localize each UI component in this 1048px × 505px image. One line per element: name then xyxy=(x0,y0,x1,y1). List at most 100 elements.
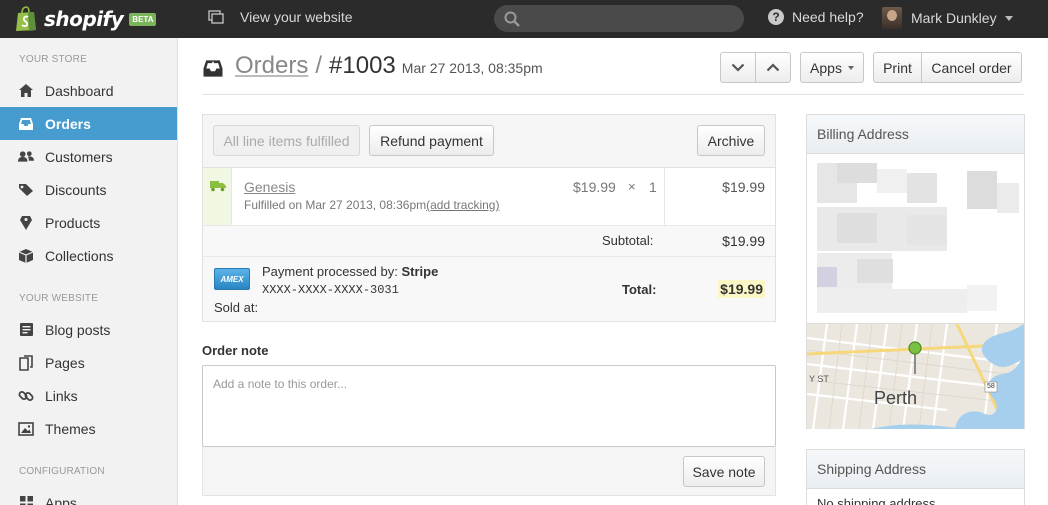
sidebar-item-orders[interactable]: Orders xyxy=(0,107,177,140)
apps-icon xyxy=(18,495,34,505)
order-note-footer: Save note xyxy=(202,447,776,496)
order-number: #1003 xyxy=(329,52,396,79)
save-note-button[interactable]: Save note xyxy=(683,456,765,487)
sidebar-item-label: Products xyxy=(45,214,101,231)
all-line-items-fulfilled-button: All line items fulfilled xyxy=(213,125,360,156)
refund-payment-button[interactable]: Refund payment xyxy=(369,125,494,156)
search-icon xyxy=(504,11,520,27)
sidebar-item-dashboard[interactable]: Dashboard xyxy=(0,74,177,107)
inbox-icon xyxy=(18,116,34,132)
brand-name: shopify xyxy=(44,7,124,31)
sidebar-heading-store: YOUR STORE xyxy=(19,54,87,65)
fulfillment-status: Fulfilled on Mar 27 2013, 08:36pm(add tr… xyxy=(244,198,499,212)
shipping-address-text: No shipping address xyxy=(817,496,936,505)
item-quantity: 1 xyxy=(649,179,657,195)
payment-processor: Payment processed by: Stripe xyxy=(262,264,438,279)
table-row: Genesis Fulfilled on Mar 27 2013, 08:36p… xyxy=(203,168,775,226)
sidebar-item-label: Themes xyxy=(45,420,96,437)
map-label-city: Perth xyxy=(874,388,918,408)
order-note-textarea[interactable] xyxy=(202,365,776,447)
sidebar-item-pages[interactable]: Pages xyxy=(0,346,177,379)
sold-at-label: Sold at: xyxy=(214,300,259,315)
chevron-down-icon xyxy=(1004,15,1013,21)
sidebar-heading-configuration: CONFIGURATION xyxy=(19,466,105,477)
sidebar-heading-website: YOUR WEBSITE xyxy=(19,293,99,304)
view-website-label: View your website xyxy=(240,9,353,25)
order-note-label: Order note xyxy=(202,343,269,358)
sidebar-item-products[interactable]: Products xyxy=(0,206,177,239)
sidebar-item-apps[interactable]: Apps xyxy=(0,486,177,505)
billing-map[interactable]: Y ST Perth 58 xyxy=(807,323,1024,429)
sidebar-item-label: Dashboard xyxy=(45,82,114,99)
help-label: Need help? xyxy=(792,9,864,25)
payment-gateway: Stripe xyxy=(401,264,439,279)
truck-icon xyxy=(210,181,226,192)
sidebar-item-collections[interactable]: Collections xyxy=(0,239,177,272)
users-icon xyxy=(18,149,34,165)
sidebar-item-blog-posts[interactable]: Blog posts xyxy=(0,313,177,346)
sidebar: YOUR STORE Dashboard Orders Customers Di… xyxy=(0,38,178,505)
card-number: XXXX-XXXX-XXXX-3031 xyxy=(262,283,399,297)
order-details-card: All line items fulfilled Refund payment … xyxy=(202,114,776,322)
sidebar-item-label: Blog posts xyxy=(45,321,111,338)
link-icon xyxy=(18,388,34,404)
previous-order-button[interactable] xyxy=(756,52,791,83)
fulfilled-date-text: Fulfilled on Mar 27 2013, 08:36pm xyxy=(244,198,427,212)
sidebar-item-label: Discounts xyxy=(45,181,107,198)
home-icon xyxy=(18,83,34,99)
next-order-button[interactable] xyxy=(720,52,756,83)
window-icon xyxy=(208,10,224,24)
chevron-down-icon xyxy=(847,65,854,70)
view-website-link[interactable]: View your website xyxy=(208,9,353,25)
breadcrumb-orders-link[interactable]: Orders xyxy=(235,52,308,80)
sidebar-item-customers[interactable]: Customers xyxy=(0,140,177,173)
user-name: Mark Dunkley xyxy=(911,10,997,26)
subtotal-row: Subtotal: $19.99 xyxy=(203,226,775,257)
help-link[interactable]: ? Need help? xyxy=(768,9,864,25)
apps-dropdown-button[interactable]: Apps xyxy=(800,52,864,83)
item-price: $19.99 xyxy=(573,179,616,195)
sidebar-item-label: Links xyxy=(45,387,78,404)
header-divider xyxy=(202,94,1024,95)
subtotal-value: $19.99 xyxy=(722,233,765,249)
breadcrumb-separator: / xyxy=(315,52,323,79)
search-input[interactable] xyxy=(528,9,728,28)
add-tracking-link[interactable]: (add tracking) xyxy=(426,198,499,212)
beta-badge: BETA xyxy=(129,12,157,26)
box-icon xyxy=(18,248,34,264)
sidebar-item-label: Pages xyxy=(45,354,85,371)
multiply-sign: × xyxy=(628,179,636,194)
print-button[interactable]: Print xyxy=(873,52,922,83)
chevron-down-icon xyxy=(731,63,745,72)
map-label-street: Y ST xyxy=(809,374,829,384)
shipping-address-title: Shipping Address xyxy=(807,450,1024,489)
avatar xyxy=(882,7,902,29)
order-toolbar: All line items fulfilled Refund payment … xyxy=(203,115,775,168)
archive-button[interactable]: Archive xyxy=(697,125,765,156)
sidebar-item-themes[interactable]: Themes xyxy=(0,412,177,445)
sidebar-item-label: Orders xyxy=(45,115,91,132)
product-link[interactable]: Genesis xyxy=(244,179,295,195)
sidebar-item-links[interactable]: Links xyxy=(0,379,177,412)
shopify-bag-icon xyxy=(16,6,36,31)
sidebar-item-label: Apps xyxy=(45,494,77,505)
billing-address-panel: Billing Address Y ST Perth 58 xyxy=(806,114,1025,429)
top-bar: shopify BETA View your website ? Need he… xyxy=(0,0,1048,38)
sidebar-item-discounts[interactable]: Discounts xyxy=(0,173,177,206)
map-image xyxy=(807,324,1024,429)
order-date: Mar 27 2013, 08:35pm xyxy=(401,60,543,76)
subtotal-label: Subtotal: xyxy=(602,233,654,248)
payment-prefix: Payment processed by: xyxy=(262,264,398,279)
billing-address-title: Billing Address xyxy=(807,115,1024,154)
shopify-logo[interactable]: shopify BETA xyxy=(14,4,157,34)
user-menu[interactable]: Mark Dunkley xyxy=(882,7,1013,29)
sidebar-item-label: Customers xyxy=(45,148,113,165)
tag-icon xyxy=(18,182,34,198)
chevron-up-icon xyxy=(766,63,780,72)
apps-button-label: Apps xyxy=(810,59,842,76)
image-icon xyxy=(18,421,34,437)
total-value: $19.99 xyxy=(718,280,765,298)
search-box[interactable] xyxy=(494,5,744,32)
pages-icon xyxy=(18,354,34,371)
cancel-order-button[interactable]: Cancel order xyxy=(922,52,1022,83)
